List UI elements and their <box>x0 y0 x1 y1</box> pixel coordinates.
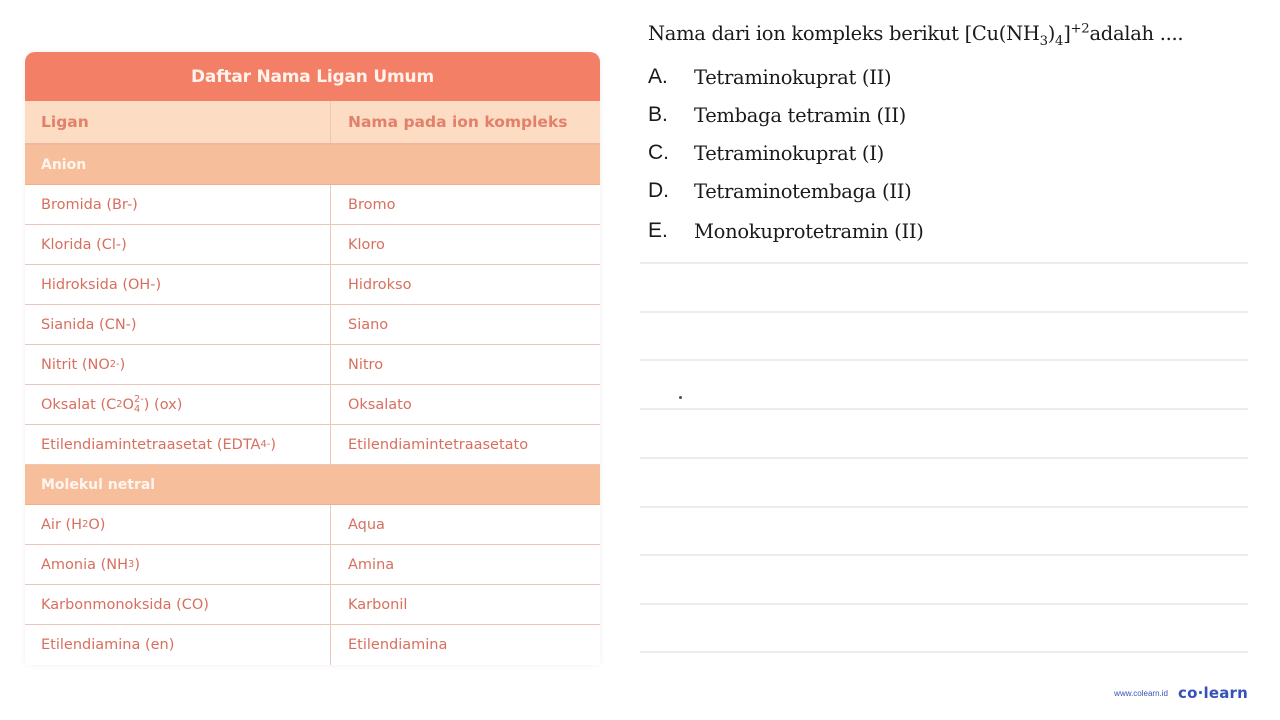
name-cell: Amina <box>348 556 395 573</box>
name-cell: Bromo <box>348 196 396 213</box>
name-cell: Hidrokso <box>348 276 412 293</box>
colearn-logo: co·learn <box>1177 684 1248 702</box>
ruled-line <box>640 554 1248 556</box>
option-letter: E. <box>648 219 668 242</box>
header-ligand: Ligan <box>25 101 331 143</box>
section-row-anion: Anion <box>25 145 600 185</box>
table-row: Klorida (Cl-) Kloro <box>25 225 600 265</box>
ruled-line <box>640 603 1248 605</box>
ruled-line <box>640 311 1248 313</box>
option-text: Tetraminotembaga (II) <box>694 179 912 203</box>
ligand-cell: Hidroksida (OH-) <box>25 265 331 304</box>
ruled-line <box>640 457 1248 459</box>
option-text: Tetraminokuprat (I) <box>694 141 884 165</box>
name-cell: Etilendiamina <box>348 637 448 653</box>
ruled-line <box>640 506 1248 508</box>
name-cell: Etilendiamintetraasetato <box>348 436 529 453</box>
option-e[interactable]: E. Monokuprotetramin (II) <box>648 212 924 250</box>
ruled-line <box>640 262 1248 264</box>
option-text: Tembaga tetramin (II) <box>694 103 906 127</box>
ligand-cell: Karbonmonoksida (CO) <box>25 585 331 624</box>
ligand-cell: Sianida (CN-) <box>25 305 331 344</box>
table-row: Sianida (CN-) Siano <box>25 305 600 345</box>
ruled-line <box>640 408 1248 410</box>
table-row: Karbonmonoksida (CO) Karbonil <box>25 585 600 625</box>
section-label: Anion <box>41 156 87 173</box>
ligand-table: Daftar Nama Ligan Umum Ligan Nama pada i… <box>25 52 600 665</box>
option-text: Monokuprotetramin (II) <box>694 219 924 243</box>
option-letter: A. <box>648 65 668 88</box>
brand-footer: www.colearn.id co·learn <box>1114 684 1248 702</box>
table-row: Bromida (Br-) Bromo <box>25 185 600 225</box>
name-cell: Kloro <box>348 236 385 253</box>
ligand-cell: Klorida (Cl-) <box>25 225 331 264</box>
name-cell: Nitro <box>348 356 384 373</box>
question-text: Nama dari ion kompleks berikut [Cu(NH3)4… <box>648 21 1184 49</box>
ligand-cell: Amonia (NH 3) <box>25 545 331 584</box>
table-row: Amonia (NH 3) Amina <box>25 545 600 585</box>
option-text: Tetraminokuprat (II) <box>694 65 892 89</box>
ligand-cell: Oksalat (C 2 O 2- 4 ) (ox) <box>25 385 331 424</box>
table-row: Etilendiamina (en) Etilendiamina <box>25 625 600 665</box>
option-letter: C. <box>648 141 669 164</box>
section-row-neutral-molecule: Molekul netral <box>25 465 600 505</box>
option-d[interactable]: D. Tetraminotembaga (II) <box>648 172 924 210</box>
option-a[interactable]: A. Tetraminokuprat (II) <box>648 58 924 96</box>
option-letter: D. <box>648 179 669 202</box>
header-complex-name: Nama pada ion kompleks <box>348 113 568 131</box>
option-letter: B. <box>648 103 668 126</box>
table-title: Daftar Nama Ligan Umum <box>25 52 600 101</box>
ruled-line <box>640 651 1248 653</box>
brand-url[interactable]: www.colearn.id <box>1114 689 1168 698</box>
option-c[interactable]: C. Tetraminokuprat (I) <box>648 134 924 172</box>
name-cell: Siano <box>348 316 389 333</box>
option-b[interactable]: B. Tembaga tetramin (II) <box>648 96 924 134</box>
ligand-cell: Etilendiamina (en) <box>25 625 331 665</box>
name-cell: Karbonil <box>348 596 408 613</box>
ligand-cell: Etilendiamintetraasetat (EDTA 4- ) <box>25 425 331 464</box>
name-cell: Aqua <box>348 516 385 533</box>
ligand-cell: Bromida (Br-) <box>25 185 331 224</box>
table-header-row: Ligan Nama pada ion kompleks <box>25 101 600 145</box>
table-row: Hidroksida (OH-) Hidrokso <box>25 265 600 305</box>
stray-dot-mark <box>679 396 682 399</box>
name-cell: Oksalato <box>348 396 412 413</box>
table-row: Air (H 2 O) Aqua <box>25 505 600 545</box>
table-row: Etilendiamintetraasetat (EDTA 4- ) Etile… <box>25 425 600 465</box>
table-row: Nitrit (NO 2-) Nitro <box>25 345 600 385</box>
table-row: Oksalat (C 2 O 2- 4 ) (ox) Oksalato <box>25 385 600 425</box>
ligand-cell: Air (H 2 O) <box>25 505 331 544</box>
answer-options: A. Tetraminokuprat (II) B. Tembaga tetra… <box>648 58 924 250</box>
ligand-cell: Nitrit (NO 2-) <box>25 345 331 384</box>
ruled-line <box>640 359 1248 361</box>
section-label: Molekul netral <box>41 476 156 493</box>
